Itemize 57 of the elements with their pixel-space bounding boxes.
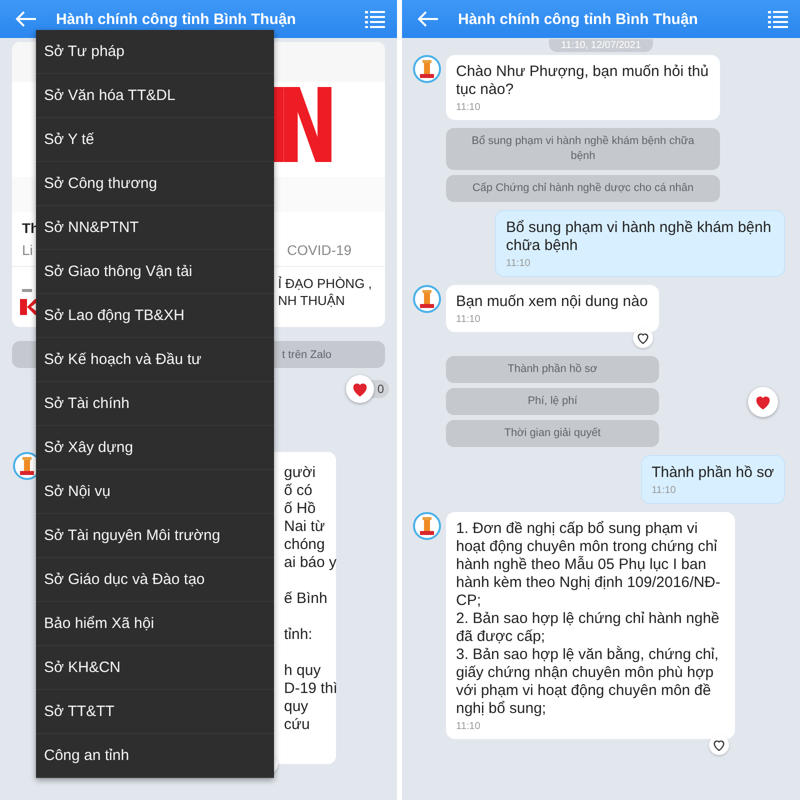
quick-reply-button[interactable]: Thành phần hồ sơ xyxy=(446,356,659,383)
quick-reply-button[interactable]: Thời gian giải quyết xyxy=(446,420,659,447)
menu-item[interactable]: Sở KH&CN xyxy=(36,646,274,690)
menu-item[interactable]: Sở Công thương xyxy=(36,162,274,206)
menu-item[interactable]: Sở Tài chính xyxy=(36,382,274,426)
menu-item[interactable]: Sở Tư pháp xyxy=(36,30,274,74)
quick-reply-button[interactable]: Cấp Chứng chỉ hành nghề dược cho cá nhân xyxy=(446,175,720,202)
quick-reply-button[interactable]: Phí, lệ phí xyxy=(446,388,659,415)
menu-icon[interactable] xyxy=(768,10,788,28)
message-text: D-19 thì xyxy=(284,680,336,698)
menu-item[interactable]: Sở Tài nguyên Môi trường xyxy=(36,514,274,558)
menu-item[interactable]: Bảo hiểm Xã hội xyxy=(36,602,274,646)
menu-item[interactable]: Sở Kế hoạch và Đầu tư xyxy=(36,338,274,382)
message-time: 11:10 xyxy=(456,314,482,326)
message-text: Thành phần hồ sơ xyxy=(652,464,774,482)
back-arrow-icon[interactable] xyxy=(14,9,38,29)
message-text: tỉnh: xyxy=(284,626,314,644)
chat-title: Hành chính công tỉnh Bình Thuận xyxy=(56,10,297,28)
menu-item[interactable]: Sở Giao thông Vận tải xyxy=(36,250,274,294)
message-text: h quy xyxy=(284,662,322,680)
menu-item[interactable]: Sở Nội vụ xyxy=(36,470,274,514)
menu-item[interactable]: Sở Xây dựng xyxy=(36,426,274,470)
menu-item[interactable]: Công an tỉnh xyxy=(36,734,274,778)
menu-item[interactable]: Sở Giáo dục và Đào tạo xyxy=(36,558,274,602)
menu-item[interactable]: Sở Y tế xyxy=(36,118,274,162)
message-text: Bổ sung phạm vi hành nghề khám bệnh chữa bệnh xyxy=(506,219,772,255)
message-text: Chào Như Phượng, bạn muốn hỏi thủ tục nào? xyxy=(456,63,710,99)
message-text: ố Hồ xyxy=(284,500,317,518)
menu-item[interactable]: Sở Lao động TB&XH xyxy=(36,294,274,338)
message-text: ế Bình xyxy=(284,590,328,608)
message-text: gười xyxy=(284,464,317,482)
news-source: Li xyxy=(22,242,33,258)
back-arrow-icon[interactable] xyxy=(416,9,440,29)
menu-item[interactable]: Sở TT&TT xyxy=(36,690,274,734)
news-tag: COVID-19 xyxy=(287,242,375,258)
headline-text: Ỉ ĐẠO PHÒNG , xyxy=(278,275,372,292)
avatar-icon xyxy=(413,285,441,313)
menu-item[interactable]: Sở Văn hóa TT&DL xyxy=(36,74,274,118)
message-text: 1. Đơn đề nghị cấp bổ sung phạm vi hoạt động chuyên môn trong chứng chỉ hành nghề theo Mẫu 05 Phụ lục I ban hành kèm theo Nghị định 109/2016/NĐ-CP; 2. Bản sao hợp lệ chứng chỉ hành nghề đã được cấp; 3. Bản sao hợp lệ văn bằng, chứng chỉ, giấy chứng nhận chuyên môn phù hợp với phạm vi hoạt động chuyên môn đề nghị bổ sung; xyxy=(456,520,722,718)
chat-title: Hành chính công tỉnh Bình Thuận xyxy=(458,10,699,28)
message-text: Bạn muốn xem nội dung nào xyxy=(456,293,649,311)
menu-item[interactable]: Sở NN&PTNT xyxy=(36,206,274,250)
message-text: quy xyxy=(284,698,310,716)
headline-text: NH THUẬN xyxy=(278,292,346,309)
avatar-icon xyxy=(413,512,441,540)
menu-icon[interactable] xyxy=(365,10,385,28)
message-text: Nai từ xyxy=(284,518,326,536)
message-text: cứu xyxy=(284,716,311,734)
message-text: ố có xyxy=(284,482,314,500)
quick-reply-button[interactable]: Bổ sung phạm vi hành nghề khám bệnh chữa bệnh xyxy=(446,128,720,170)
message-time: 11:10 xyxy=(456,721,482,733)
avatar-icon xyxy=(413,55,441,83)
message-time: 11:10 xyxy=(652,485,677,497)
message-text: ai báo y xyxy=(284,554,336,572)
message-text: chóng xyxy=(284,536,326,554)
message-time: 11:10 xyxy=(456,102,482,114)
message-time: 11:10 xyxy=(506,258,532,270)
